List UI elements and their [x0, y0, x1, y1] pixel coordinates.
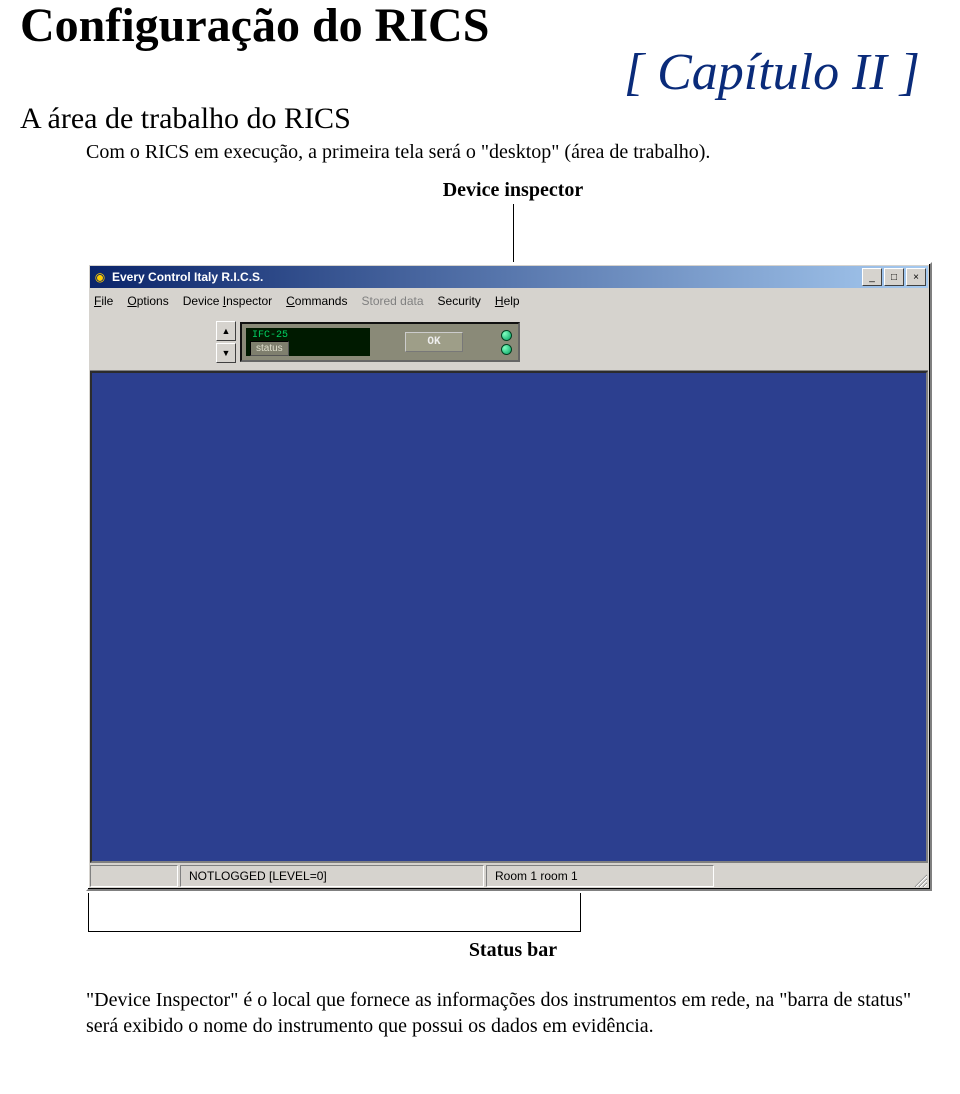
close-button[interactable]: × — [906, 268, 926, 286]
led-icon — [501, 330, 512, 341]
titlebar[interactable]: ◉ Every Control Italy R.I.C.S. _ □ × — [90, 266, 928, 288]
menu-commands[interactable]: Commands — [286, 294, 347, 308]
maximize-button[interactable]: □ — [884, 268, 904, 286]
spinner-down-button[interactable]: ▼ — [216, 343, 236, 363]
annotation-device-inspector: Device inspector — [86, 179, 940, 202]
device-ok-button[interactable]: OK — [405, 332, 463, 352]
menu-options[interactable]: Options — [127, 294, 168, 308]
menu-help[interactable]: Help — [495, 294, 520, 308]
resize-grip-icon[interactable] — [909, 865, 928, 887]
device-leds — [494, 324, 518, 360]
statusbar-login-pane: NOTLOGGED [LEVEL=0] — [180, 865, 484, 887]
device-lcd: IFC-25 status — [246, 328, 370, 356]
menu-file[interactable]: File — [94, 294, 113, 308]
statusbar-pane-blank — [90, 865, 178, 887]
closing-paragraph: "Device Inspector" é o local que fornece… — [86, 988, 940, 1039]
status-bar: NOTLOGGED [LEVEL=0] Room 1 room 1 — [90, 865, 928, 887]
device-name: IFC-25 — [252, 330, 288, 341]
main-workspace[interactable] — [90, 371, 928, 863]
section-title: A área de trabalho do RICS — [20, 102, 940, 136]
leader-line-top — [513, 204, 514, 262]
spinner-up-button[interactable]: ▲ — [216, 321, 236, 341]
statusbar-room-pane: Room 1 room 1 — [486, 865, 714, 887]
led-icon — [501, 344, 512, 355]
leader-lines-bottom — [86, 893, 940, 933]
menubar: File Options Device Inspector Commands S… — [90, 288, 928, 314]
minimize-button[interactable]: _ — [862, 268, 882, 286]
menu-security[interactable]: Security — [438, 294, 481, 308]
device-inspector-row: ▲ ▼ IFC-25 status OK — [90, 314, 928, 371]
annotation-status-bar: Status bar — [86, 939, 940, 962]
intro-paragraph: Com o RICS em execução, a primeira tela … — [86, 140, 940, 166]
rics-window: ◉ Every Control Italy R.I.C.S. _ □ × Fil… — [86, 262, 932, 891]
device-spinner: ▲ ▼ — [216, 321, 236, 363]
app-icon: ◉ — [92, 269, 108, 285]
device-status-label: status — [250, 341, 289, 356]
device-panel[interactable]: IFC-25 status OK — [240, 322, 520, 362]
menu-stored-data[interactable]: Stored data — [361, 294, 423, 308]
menu-device-inspector[interactable]: Device Inspector — [183, 294, 272, 308]
titlebar-text: Every Control Italy R.I.C.S. — [112, 270, 862, 284]
